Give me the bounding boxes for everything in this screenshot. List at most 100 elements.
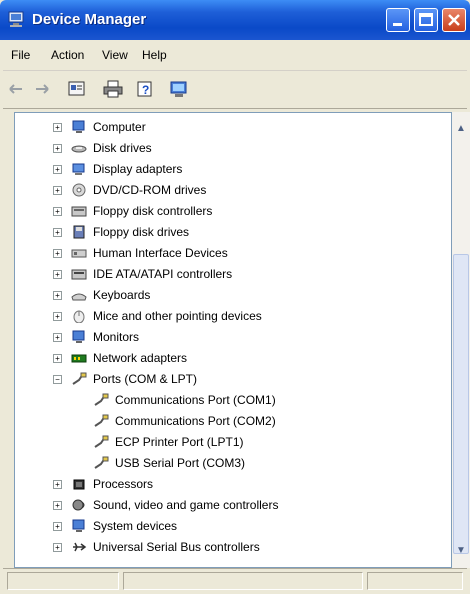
menu-view[interactable]: View [102,48,128,62]
device-manager-icon [8,11,24,27]
window-title: Device Manager [32,11,147,28]
tree-item-label: Display adapters [93,162,183,176]
tree-item-label: Computer [93,120,146,134]
expand-icon[interactable]: + [53,123,62,132]
menu-help[interactable]: Help [142,48,167,62]
tree-category-item[interactable]: + Universal Serial Bus controllers [15,537,451,557]
tree-item-label: Floppy disk drives [93,225,190,239]
tree-category-item[interactable]: + Mice and other pointing devices [15,306,451,326]
sound-icon [72,499,85,511]
network-adapter-icon [71,354,87,363]
tree-category-item[interactable]: + Disk drives [15,138,451,158]
tree-item-label: System devices [93,519,178,533]
status-pane-1 [7,572,119,590]
close-button[interactable] [442,8,466,32]
expand-icon[interactable]: + [53,270,62,279]
tree-child-item[interactable]: Communications Port (COM2) [15,411,451,431]
tree-item-label: Mice and other pointing devices [93,309,262,323]
tree-child-item[interactable]: USB Serial Port (COM3) [15,453,451,473]
status-pane-2 [123,572,363,590]
usb-icon [73,542,87,552]
tree-category-item[interactable]: + DVD/CD-ROM drives [15,180,451,200]
tree-item-label: Disk drives [93,141,152,155]
tree-category-item[interactable]: + Network adapters [15,348,451,368]
tree-category-item[interactable]: + Monitors [15,327,451,347]
expand-icon[interactable]: + [53,312,62,321]
tree-item-label: Communications Port (COM1) [115,393,276,407]
tree-category-item[interactable]: + Computer [15,117,451,137]
port-icon [94,435,109,448]
tree-item-label: DVD/CD-ROM drives [93,183,207,197]
ide-controller-icon [71,269,87,280]
expand-icon[interactable]: + [53,207,62,216]
tree-category-item[interactable]: + Floppy disk drives [15,222,451,242]
cd-rom-icon [72,183,86,197]
minimize-icon [393,23,402,26]
tree-child-item[interactable]: ECP Printer Port (LPT1) [15,432,451,452]
system-device-icon [72,519,85,532]
hid-icon [71,249,87,258]
disk-drive-icon [71,145,87,153]
tree-item-label: Floppy disk controllers [93,204,213,218]
tree-category-item[interactable]: − Ports (COM & LPT) [15,369,451,389]
expand-icon[interactable]: + [53,144,62,153]
expand-icon[interactable]: + [53,480,62,489]
expand-icon[interactable]: + [53,543,62,552]
expand-icon[interactable]: + [53,522,62,531]
scroll-down-arrow-icon[interactable]: ▼ [453,542,469,559]
port-icon [94,456,109,469]
tree-category-item[interactable]: + Display adapters [15,159,451,179]
tree-category-item[interactable]: + Floppy disk controllers [15,201,451,221]
expand-icon[interactable]: + [53,501,62,510]
expand-icon[interactable]: + [53,228,62,237]
expand-icon[interactable]: + [53,165,62,174]
floppy-controller-icon [71,206,87,217]
tree-item-label: ECP Printer Port (LPT1) [115,435,244,449]
vertical-scrollbar[interactable]: ▲ ▼ [452,112,470,568]
keyboard-icon [71,293,87,301]
scroll-thumb[interactable] [453,254,469,554]
expand-icon[interactable]: + [53,291,62,300]
back-icon[interactable] [7,80,27,98]
properties-icon[interactable] [67,80,87,98]
forward-icon[interactable] [32,80,52,98]
expand-icon[interactable]: + [53,186,62,195]
port-icon [94,414,109,427]
maximize-icon [419,13,433,26]
print-icon[interactable] [103,80,123,98]
tree-category-item[interactable]: + Human Interface Devices [15,243,451,263]
tree-category-item[interactable]: + System devices [15,516,451,536]
computer-icon [72,120,85,133]
tree-item-label: Keyboards [93,288,151,302]
minimize-button[interactable] [386,8,410,32]
tree-child-item[interactable]: Communications Port (COM1) [15,390,451,410]
scroll-up-arrow-icon[interactable]: ▲ [453,120,469,137]
menu-bar: File Action View Help [3,40,467,71]
title-bar[interactable]: Device Manager [0,0,470,40]
menu-action[interactable]: Action [51,48,84,62]
computer-view-icon[interactable] [169,80,189,98]
tree-item-label: Network adapters [93,351,188,365]
processor-icon [73,479,85,490]
tree-category-item[interactable]: + Sound, video and game controllers [15,495,451,515]
help-icon[interactable]: ? [136,80,156,98]
device-tree[interactable]: + Computer + Disk drives + Display adapters + D… [14,112,452,568]
expand-icon[interactable]: + [53,249,62,258]
expand-icon[interactable]: + [53,333,62,342]
tree-category-item[interactable]: + Keyboards [15,285,451,305]
tree-item-label: Human Interface Devices [93,246,228,260]
tree-item-label: USB Serial Port (COM3) [115,456,246,470]
tree-item-label: Monitors [93,330,140,344]
maximize-button[interactable] [414,8,438,32]
expand-icon[interactable]: + [53,354,62,363]
tree-category-item[interactable]: + IDE ATA/ATAPI controllers [15,264,451,284]
svg-text:?: ? [142,83,149,97]
menu-file[interactable]: File [11,48,30,62]
port-icon [72,372,87,385]
collapse-icon[interactable]: − [53,375,62,384]
display-adapter-icon [72,163,85,175]
mouse-icon [73,310,85,323]
tree-item-label: Sound, video and game controllers [93,498,279,512]
port-icon [94,393,109,406]
tree-category-item[interactable]: + Processors [15,474,451,494]
